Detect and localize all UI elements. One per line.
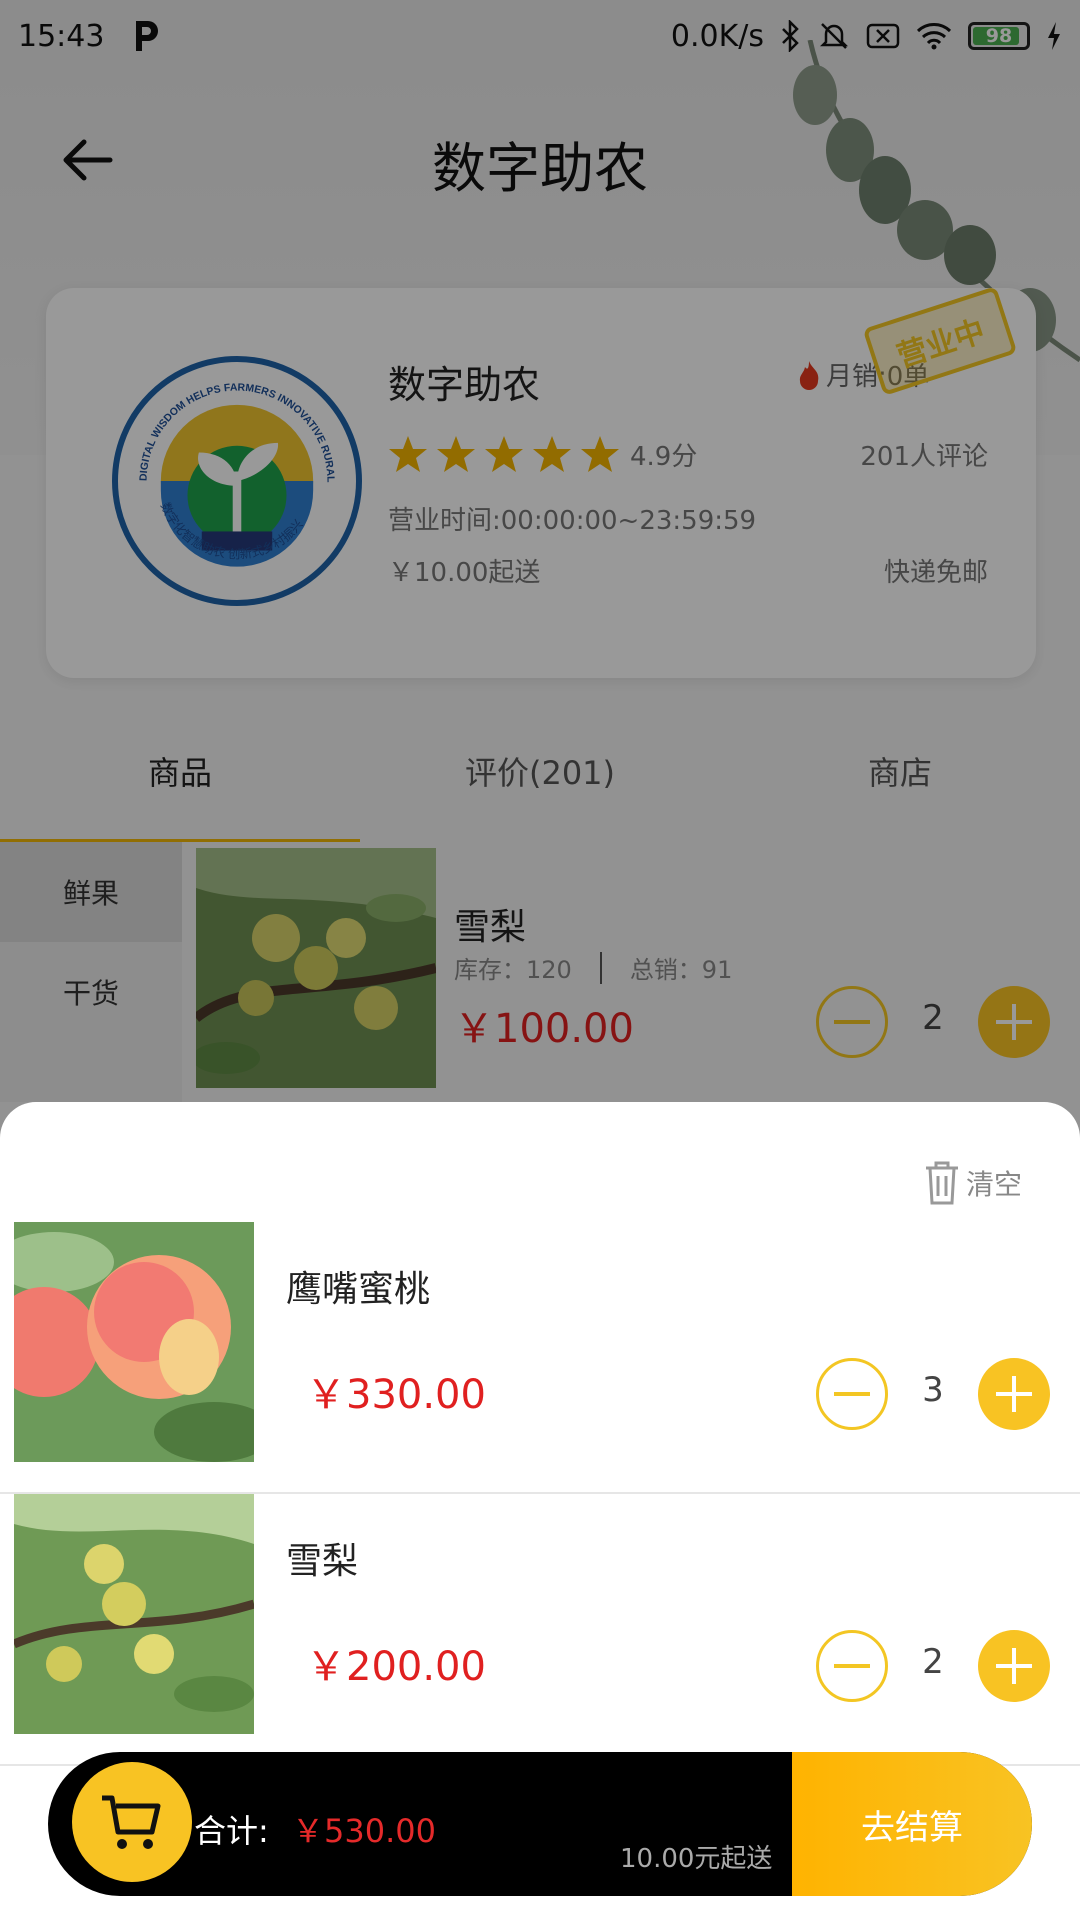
shopping-cart-icon xyxy=(102,1795,161,1849)
cart-button[interactable] xyxy=(72,1762,192,1882)
cart-item-image-pear xyxy=(14,1494,254,1734)
decrease-button[interactable] xyxy=(816,1358,888,1430)
cart-item-price: ￥330.00 xyxy=(306,1372,486,1418)
clear-cart-button[interactable]: 清空 xyxy=(922,1160,1022,1206)
total-label: 合计: xyxy=(194,1812,269,1850)
quantity-value: 2 xyxy=(922,1642,944,1682)
increase-button[interactable] xyxy=(978,1358,1050,1430)
minimum-order-note: 10.00元起送 xyxy=(620,1844,773,1874)
trash-icon xyxy=(925,1161,958,1205)
decrease-button[interactable] xyxy=(816,1630,888,1702)
cart-item-quantity-stepper: 3 xyxy=(816,1358,1050,1430)
clear-cart-label: 清空 xyxy=(965,1168,1022,1201)
total-value: ￥530.00 xyxy=(292,1812,436,1850)
increase-button[interactable] xyxy=(978,1630,1050,1702)
cart-item-quantity-stepper: 2 xyxy=(816,1630,1050,1702)
cart-item: 雪梨 ￥200.00 2 xyxy=(0,1494,1080,1766)
cart-item-image-peach xyxy=(14,1222,254,1462)
cart-item: 鹰嘴蜜桃 ￥330.00 3 xyxy=(0,1222,1080,1494)
checkout-button[interactable]: 去结算 xyxy=(792,1752,1032,1896)
quantity-value: 3 xyxy=(922,1370,944,1410)
cart-item-name: 雪梨 xyxy=(286,1541,359,1582)
cart-item-price: ￥200.00 xyxy=(306,1644,486,1690)
cart-item-name: 鹰嘴蜜桃 xyxy=(286,1269,431,1310)
